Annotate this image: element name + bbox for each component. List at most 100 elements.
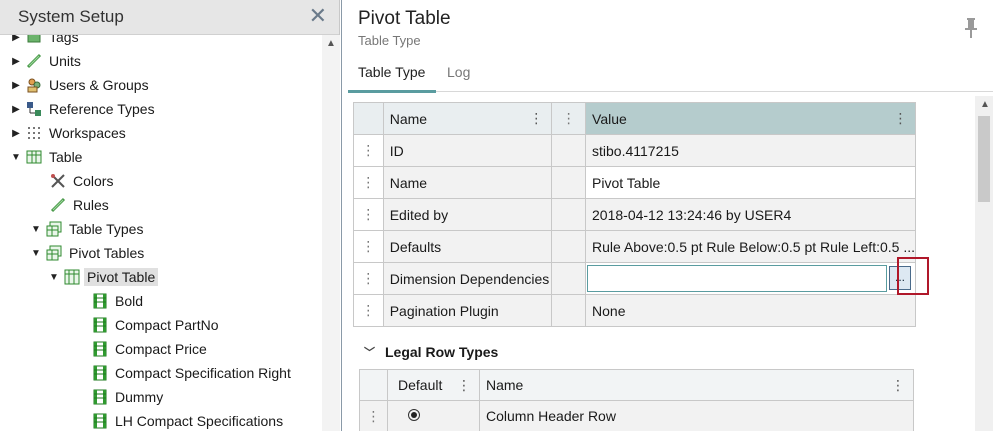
tree-item-bold[interactable]: Bold	[68, 289, 146, 313]
column-menu-icon[interactable]: ⋮	[457, 378, 471, 392]
column-header-default-label: Default	[398, 377, 443, 393]
tree-item-rules[interactable]: Rules	[30, 193, 112, 217]
legal-row-type-row: ⋮ Column Header Row	[359, 400, 914, 431]
collapse-arrow-icon[interactable]: ▼	[48, 272, 60, 283]
expand-arrow-icon[interactable]: ▶	[10, 56, 22, 67]
tree-item-workspaces[interactable]: ▶ Workspaces	[10, 121, 129, 145]
chevron-down-icon[interactable]: ﹀	[364, 344, 375, 360]
property-name-cell: ID	[382, 134, 553, 167]
editor-panel: Pivot Table Table Type Table Type Log Na…	[341, 0, 998, 431]
tree-item-table[interactable]: ▼ Table	[10, 145, 85, 169]
drag-handle-icon[interactable]: ⋮	[361, 174, 375, 190]
property-name: Defaults	[389, 238, 442, 255]
system-setup-tree: ▶ Tags ▶ Units ▶ Users & Groups ▶ Reference Typ…	[0, 35, 322, 431]
tree-item-compact-specification-right[interactable]: Compact Specification Right	[68, 361, 294, 385]
row-drag-handle[interactable]: ⋮	[353, 134, 384, 167]
drag-handle-icon[interactable]: ⋮	[361, 142, 375, 158]
table-type-content: Name ⋮ ⋮ Value ⋮ ⋮ ID stibo.4117215 ⋮ Name Pi…	[348, 96, 976, 431]
table-item-icon	[92, 389, 108, 405]
scroll-up-icon[interactable]: ▲	[326, 38, 336, 49]
users-icon	[26, 77, 42, 93]
legal-row-types-section[interactable]: ﹀ Legal Row Types	[364, 344, 498, 360]
row-drag-handle[interactable]: ⋮	[353, 198, 384, 231]
tree-item-label: Dummy	[115, 389, 164, 405]
collapse-arrow-icon[interactable]: ▼	[30, 224, 42, 235]
tree-item-dummy[interactable]: Dummy	[68, 385, 166, 409]
colors-icon	[50, 173, 66, 189]
tree-item-label: Bold	[115, 293, 144, 309]
pivot-table-icon	[64, 269, 80, 285]
tree-item-tags[interactable]: ▶ Tags	[10, 35, 82, 49]
property-row: ⋮ Dimension Dependencies...	[353, 262, 916, 295]
tree-item-pivot-tables[interactable]: ▼ Pivot Tables	[30, 241, 147, 265]
system-setup-title: System Setup	[18, 7, 124, 26]
tab-table-type[interactable]: Table Type	[358, 64, 425, 80]
column-header-name[interactable]: Name ⋮	[382, 102, 553, 135]
tree-item-label: Table Types	[69, 221, 144, 237]
property-name-cell: Defaults	[382, 230, 553, 263]
row-drag-handle[interactable]: ⋮	[353, 294, 384, 327]
default-cell	[387, 400, 480, 431]
tree-item-label: Workspaces	[49, 125, 126, 141]
tree-item-users-groups[interactable]: ▶ Users & Groups	[10, 73, 152, 97]
property-name-cell: Pagination Plugin	[382, 294, 553, 327]
tab-log[interactable]: Log	[447, 64, 470, 80]
scrollbar-thumb[interactable]	[978, 116, 990, 202]
column-menu-icon[interactable]: ⋮	[894, 111, 908, 125]
drag-handle-icon[interactable]: ⋮	[361, 238, 375, 254]
expand-arrow-icon[interactable]: ▶	[10, 35, 22, 43]
property-row: ⋮ Edited by 2018-04-12 13:24:46 by USER4	[353, 198, 916, 231]
row-drag-handle[interactable]: ⋮	[353, 166, 384, 199]
column-header-value[interactable]: Value ⋮	[585, 102, 916, 135]
close-icon[interactable]: ✕	[309, 5, 327, 27]
tab-bar: Table Type Log	[348, 58, 993, 93]
active-tab-indicator	[348, 90, 436, 93]
expand-arrow-icon[interactable]: ▶	[10, 104, 22, 115]
drag-handle-icon[interactable]: ⋮	[361, 302, 375, 318]
row-drag-handle[interactable]: ⋮	[353, 262, 384, 295]
expand-arrow-icon[interactable]: ▶	[10, 128, 22, 139]
table-item-icon	[92, 317, 108, 333]
drag-handle-icon[interactable]: ⋮	[367, 408, 381, 424]
scroll-up-icon[interactable]: ▲	[980, 99, 990, 110]
table-types-icon	[46, 221, 62, 237]
column-menu-icon[interactable]: ⋮	[562, 110, 576, 126]
reference-types-icon	[26, 101, 42, 117]
drag-handle-icon[interactable]: ⋮	[361, 206, 375, 222]
tree-item-pivot-table[interactable]: ▼ Pivot Table	[48, 265, 159, 289]
content-scrollbar[interactable]: ▲	[975, 96, 993, 431]
tree-item-label: Pivot Tables	[69, 245, 145, 261]
default-radio[interactable]	[408, 409, 420, 421]
tree-scrollbar[interactable]: ▲	[322, 35, 340, 431]
drag-handle-icon[interactable]: ⋮	[361, 270, 375, 286]
expand-arrow-icon[interactable]: ▶	[10, 80, 22, 91]
tree-item-table-types[interactable]: ▼ Table Types	[30, 217, 146, 241]
spacer-cell	[551, 198, 587, 231]
column-header-default[interactable]: Default ⋮	[387, 369, 480, 401]
column-header-value-label: Value	[592, 110, 627, 127]
column-menu-icon[interactable]: ⋮	[891, 378, 905, 392]
spacer-column-header[interactable]: ⋮	[551, 102, 587, 135]
table-item-icon	[92, 365, 108, 381]
dimension-dependencies-input[interactable]	[587, 265, 888, 292]
table-item-icon	[92, 413, 108, 429]
tree-item-lh-compact-specifications[interactable]: LH Compact Specifications	[68, 409, 286, 431]
tree-item-units[interactable]: ▶ Units	[10, 49, 84, 73]
collapse-arrow-icon[interactable]: ▼	[10, 152, 22, 163]
property-value-cell[interactable]: Pivot Table	[585, 166, 916, 199]
row-type-name-cell: Column Header Row	[479, 400, 914, 431]
tree-item-compact-price[interactable]: Compact Price	[68, 337, 210, 361]
collapse-arrow-icon[interactable]: ▼	[30, 248, 42, 259]
properties-header-row: Name ⋮ ⋮ Value ⋮	[353, 102, 916, 135]
row-drag-handle[interactable]: ⋮	[353, 230, 384, 263]
tree-item-colors[interactable]: Colors	[30, 169, 116, 193]
column-header-name[interactable]: Name ⋮	[479, 369, 914, 401]
tree-item-reference-types[interactable]: ▶ Reference Types	[10, 97, 158, 121]
tree-item-compact-partno[interactable]: Compact PartNo	[68, 313, 221, 337]
property-row: ⋮ Defaults Rule Above:0.5 pt Rule Below:0.…	[353, 230, 916, 263]
property-value-cell: stibo.4117215	[585, 134, 916, 167]
pin-icon[interactable]	[964, 18, 978, 38]
spacer-cell	[551, 166, 587, 199]
column-menu-icon[interactable]: ⋮	[529, 111, 543, 125]
row-drag-handle[interactable]: ⋮	[359, 400, 388, 431]
